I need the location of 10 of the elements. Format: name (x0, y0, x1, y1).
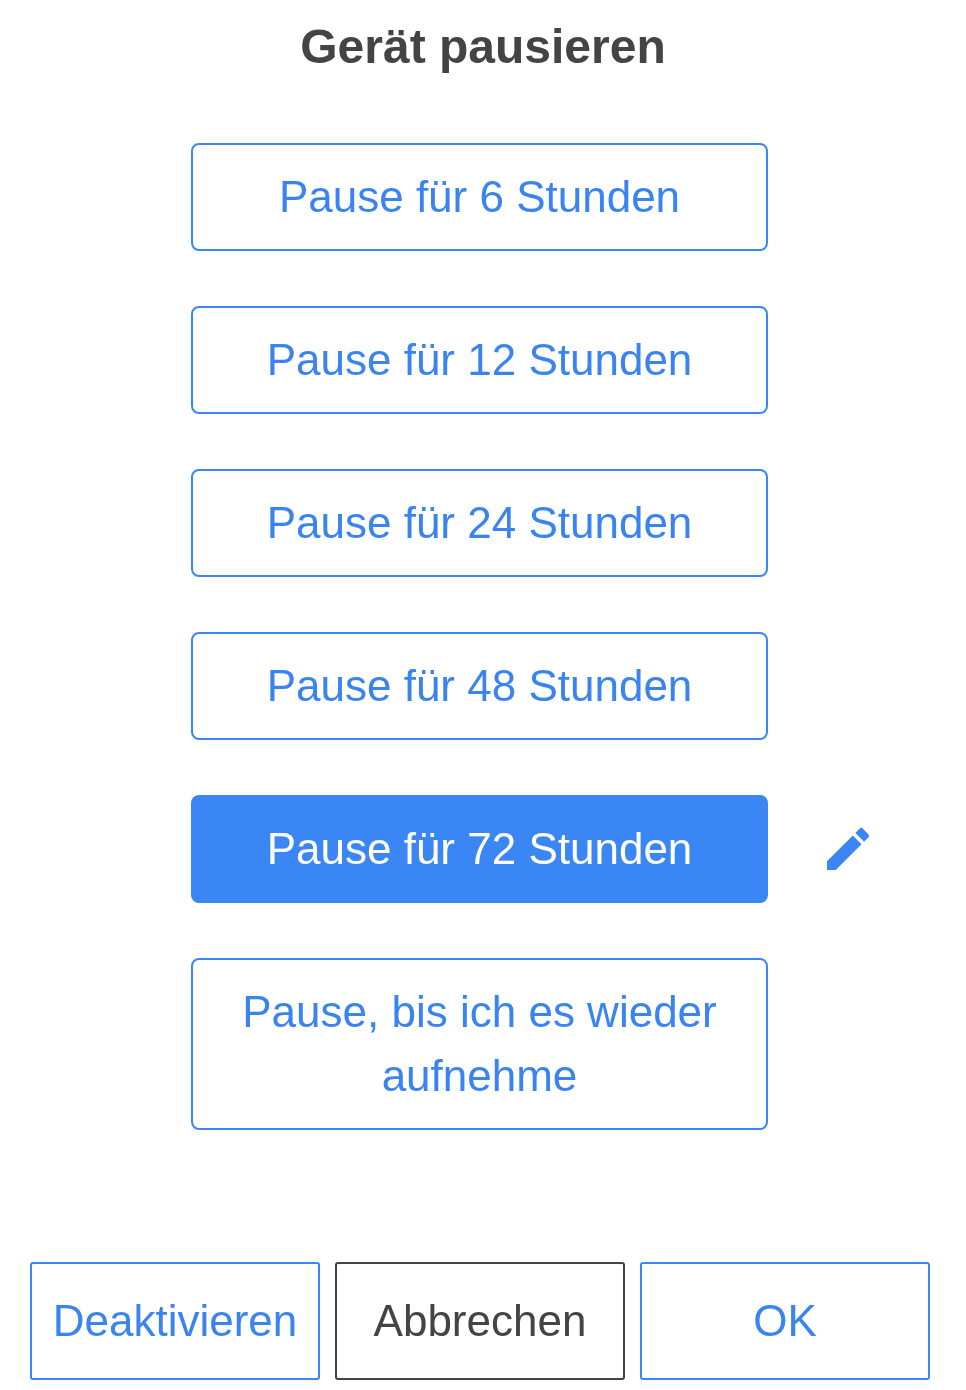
pause-option[interactable]: Pause, bis ich es wieder aufnehme (191, 958, 768, 1130)
pause-option[interactable]: Pause für 48 Stunden (191, 632, 768, 740)
dialog-button[interactable]: Deaktivieren (30, 1262, 320, 1380)
pause-option[interactable]: Pause für 72 Stunden (191, 795, 768, 903)
pause-option[interactable]: Pause für 12 Stunden (191, 306, 768, 414)
dialog-button[interactable]: Abbrechen (335, 1262, 625, 1380)
pause-option[interactable]: Pause für 24 Stunden (191, 469, 768, 577)
dialog-button[interactable]: OK (640, 1262, 930, 1380)
dialog-title: Gerät pausieren (299, 19, 667, 75)
pause-option[interactable]: Pause für 6 Stunden (191, 143, 768, 251)
